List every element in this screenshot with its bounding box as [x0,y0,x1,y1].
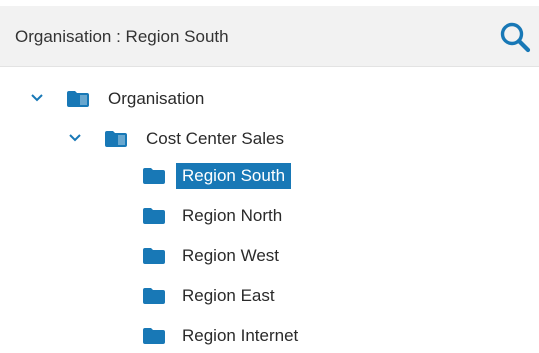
tree-node-region-east[interactable]: Region East [0,277,400,313]
folder-shared-icon [105,131,127,147]
tree-label-region-north[interactable]: Region North [176,203,288,229]
chevron-down-icon[interactable] [30,92,44,104]
folder-icon [143,328,165,344]
tree-label-region-west[interactable]: Region West [176,243,285,269]
folder-icon [143,208,165,224]
tree-node-cost-center-sales[interactable]: Cost Center Sales [0,120,360,156]
tree-node-region-internet[interactable]: Region Internet [0,317,400,353]
tree-node-region-north[interactable]: Region North [0,197,400,233]
org-header: Organisation : Region South [0,6,539,67]
tree-label-region-south[interactable]: Region South [176,163,292,189]
tree-label-cost-center-sales[interactable]: Cost Center Sales [140,126,290,152]
tree-node-region-south[interactable]: Region South [0,157,400,193]
tree-label-organisation[interactable]: Organisation [102,86,210,112]
tree-node-organisation[interactable]: Organisation [0,80,300,116]
folder-icon [143,168,165,184]
folder-icon [143,248,165,264]
folder-shared-icon [67,91,89,107]
tree-label-region-internet[interactable]: Region Internet [176,323,304,349]
tree-label-region-east[interactable]: Region East [176,283,281,309]
org-tree: Organisation Cost Center Sales Region So… [0,70,539,347]
tree-node-region-west[interactable]: Region West [0,237,400,273]
folder-icon [143,288,165,304]
header-title: Organisation : Region South [15,27,229,46]
chevron-down-icon[interactable] [68,132,82,144]
search-icon[interactable] [498,20,532,54]
